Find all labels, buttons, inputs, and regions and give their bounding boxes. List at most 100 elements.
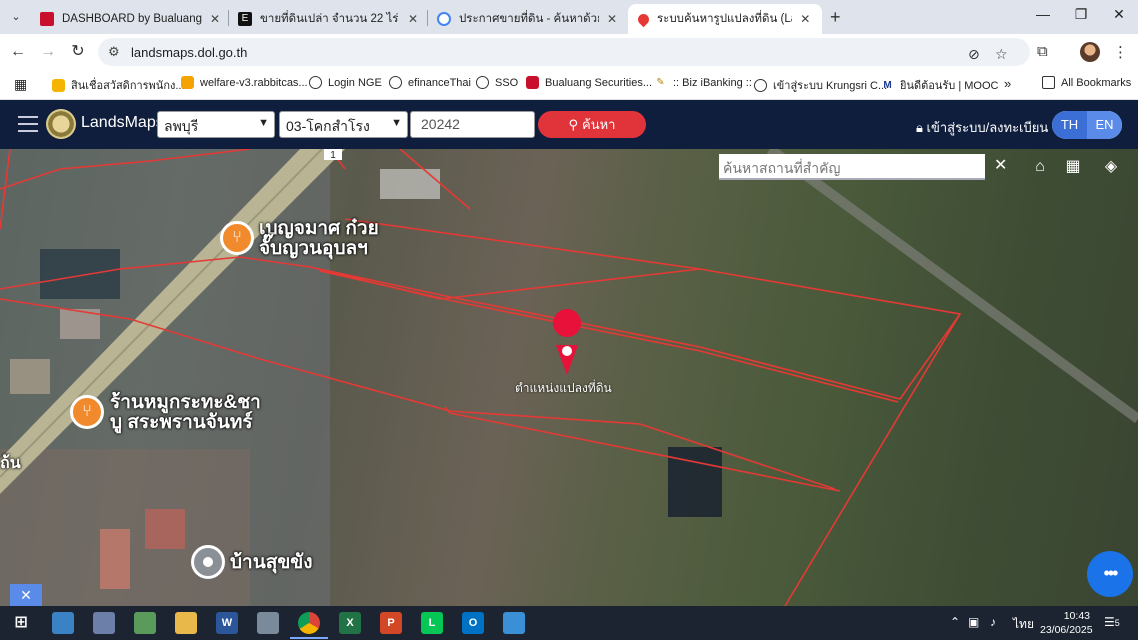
road-number-label: 1 — [330, 150, 336, 161]
apps-grid-icon[interactable]: ▦ — [14, 76, 27, 93]
restore-icon[interactable]: ❐ — [1066, 6, 1096, 23]
powerpoint-icon[interactable]: P — [380, 612, 402, 634]
grid-table-icon[interactable]: ▦ — [1059, 155, 1087, 179]
display-icon[interactable]: ▣ — [968, 615, 979, 629]
e-favicon-icon: E — [238, 12, 252, 26]
bookmark-item[interactable]: M ยินดีต้อนรับ | MOOC — [881, 76, 998, 94]
district-select[interactable]: 03-โคกสำโรง ▼ — [279, 111, 408, 138]
layers-icon[interactable]: ◈ — [1098, 155, 1124, 179]
tab-strip: ⌄ DASHBOARD by Bualuang Secu ✕ E ขายที่ด… — [0, 0, 1138, 34]
bualuang-favicon-icon — [526, 76, 539, 89]
bookmark-item[interactable]: efinanceThai — [389, 76, 471, 89]
more-options-fab[interactable]: ••• — [1087, 551, 1133, 597]
restaurant-icon[interactable]: ⑂ — [70, 395, 104, 429]
site-header: LandsMaps ลพบุรี ▼ 03-โคกสำโรง ▼ 20242 ⚲… — [0, 100, 1138, 149]
district-value: 03-โคกสำโรง — [286, 118, 370, 134]
volume-muted-icon[interactable]: ♪ — [990, 615, 996, 629]
tab-landsmaps[interactable]: ระบบค้นหารูปแปลงที่ดิน (LandsMap ✕ — [628, 4, 822, 34]
place-marker-icon[interactable] — [191, 545, 225, 579]
map-pin-favicon-icon — [635, 11, 652, 27]
lang-en-button[interactable]: EN — [1087, 111, 1122, 139]
app-icon[interactable] — [257, 612, 279, 634]
clear-search-icon[interactable]: ✕ — [994, 155, 1007, 175]
tab-title: ประกาศขายที่ดิน - ค้นหาด้วย Goog — [459, 13, 599, 25]
tab-search-icon[interactable]: ⌄ — [6, 8, 26, 26]
address-bar[interactable]: ⚙ landsmaps.dol.go.th ⊘ ☆ — [98, 38, 1030, 66]
excel-icon[interactable]: X — [339, 612, 361, 634]
reload-icon[interactable]: ↻ — [68, 42, 88, 62]
input-language-indicator[interactable]: ไทย — [1013, 615, 1034, 634]
tab-google-search[interactable]: ประกาศขายที่ดิน - ค้นหาด้วย Goog ✕ — [427, 4, 629, 34]
close-tab-icon[interactable]: ✕ — [208, 12, 222, 26]
snipping-tool-icon[interactable] — [503, 612, 525, 634]
mooc-favicon-icon: M — [883, 79, 892, 91]
url-text: landsmaps.dol.go.th — [131, 45, 248, 60]
lock-icon: 🔒︎ — [916, 120, 923, 135]
bookmark-label: :: Biz iBanking :: — [673, 76, 752, 89]
poi-label: ร้านหมูกระทะ&ชา บู สระพรานจันทร์ — [110, 392, 261, 433]
control-panel-icon[interactable] — [93, 612, 115, 634]
chrome-icon[interactable] — [298, 612, 320, 634]
close-window-icon[interactable]: ✕ — [1104, 6, 1134, 23]
bookmark-item[interactable]: Bualuang Securities... — [526, 76, 652, 89]
profile-avatar[interactable] — [1080, 42, 1100, 62]
minimize-icon[interactable]: — — [1028, 6, 1058, 22]
bookmark-label: efinanceThai — [408, 76, 471, 89]
globe-icon — [389, 76, 402, 89]
new-tab-icon[interactable]: + — [830, 7, 841, 28]
all-bookmarks-button[interactable]: All Bookmarks — [1042, 76, 1131, 89]
place-search-input[interactable]: ค้นหาสถานที่สำคัญ — [719, 154, 985, 180]
bookmark-label: Bualuang Securities... — [545, 76, 653, 89]
bualuang-favicon-icon — [40, 12, 54, 26]
map-view[interactable]: 1 ค้นหาสถานที่สำคัญ ✕ ⌂ ▦ ◈ ⑂ เบญจมาศ ก๋… — [0, 149, 1138, 606]
map-overlay: 1 — [0, 149, 1138, 606]
clock-date: 23/06/2025 — [1040, 624, 1093, 636]
bookmark-star-icon[interactable]: ☆ — [995, 46, 1008, 63]
bookmark-label: Login NGE — [328, 76, 382, 89]
chevron-down-icon: ▼ — [258, 117, 269, 129]
province-select[interactable]: ลพบุรี ▼ — [157, 111, 275, 138]
restaurant-icon[interactable]: ⑂ — [220, 221, 254, 255]
close-tab-icon[interactable]: ✕ — [605, 12, 619, 26]
bookmark-item[interactable]: SSO — [476, 76, 518, 89]
outlook-icon[interactable]: O — [462, 612, 484, 634]
hamburger-menu-icon[interactable] — [18, 116, 38, 132]
location-blocked-icon[interactable]: ⊘ — [968, 46, 980, 63]
tab-land-sale[interactable]: E ขายที่ดินเปล่า จำนวน 22 ไร่ ราคาไร่ ✕ — [228, 4, 430, 34]
bookmark-item[interactable]: สินเชื่อสวัสดิการพนักง... — [52, 76, 185, 94]
clock[interactable]: 10:43 23/06/2025 — [1040, 609, 1093, 637]
file-explorer-icon[interactable] — [175, 612, 197, 634]
globe-icon — [754, 78, 767, 92]
app-icon[interactable] — [134, 612, 156, 634]
extensions-icon[interactable]: ⧉ — [1037, 43, 1048, 60]
bookmarks-overflow-button[interactable]: » — [1004, 76, 1011, 91]
word-icon[interactable]: W — [216, 612, 238, 634]
back-icon[interactable]: ← — [8, 42, 28, 62]
close-tab-icon[interactable]: ✕ — [798, 12, 812, 26]
bookmark-label: welfare-v3.rabbitcas... — [200, 76, 308, 89]
measure-tool-icon[interactable]: ✕ — [10, 584, 42, 606]
province-value: ลพบุรี — [164, 118, 199, 134]
tab-title: ระบบค้นหารูปแปลงที่ดิน (LandsMap — [657, 13, 792, 25]
chevron-up-icon[interactable]: ⌃ — [950, 615, 960, 629]
bookmark-label: ยินดีต้อนรับ | MOOC — [900, 80, 999, 92]
forward-icon[interactable]: → — [38, 42, 58, 62]
search-button[interactable]: ⚲ ค้นหา — [538, 111, 646, 138]
bookmark-item[interactable]: เข้าสู่ระบบ Krungsri C... — [754, 76, 887, 94]
feather-icon: ✎ — [656, 77, 665, 88]
lang-th-button[interactable]: TH — [1052, 111, 1087, 139]
tab-dashboard[interactable]: DASHBOARD by Bualuang Secu ✕ — [30, 4, 232, 34]
line-icon[interactable]: L — [421, 612, 443, 634]
more-menu-icon[interactable]: ⋮ — [1113, 43, 1128, 61]
home-icon[interactable]: ⌂ — [1027, 155, 1053, 179]
parcel-number-input[interactable]: 20242 — [410, 111, 535, 138]
bookmark-item[interactable]: Login NGE — [309, 76, 382, 89]
login-link[interactable]: 🔒︎ เข้าสู่ระบบ/ลงทะเบียน — [916, 117, 1048, 138]
bookmark-item[interactable]: ✎ :: Biz iBanking :: — [654, 76, 752, 89]
people-app-icon[interactable] — [52, 612, 74, 634]
site-info-icon[interactable]: ⚙ — [108, 44, 120, 60]
windows-start-icon[interactable]: ⊞ — [10, 612, 32, 634]
close-tab-icon[interactable]: ✕ — [406, 12, 420, 26]
bookmark-item[interactable]: welfare-v3.rabbitcas... — [181, 76, 308, 89]
notifications-icon[interactable]: ☰5 — [1104, 615, 1120, 629]
